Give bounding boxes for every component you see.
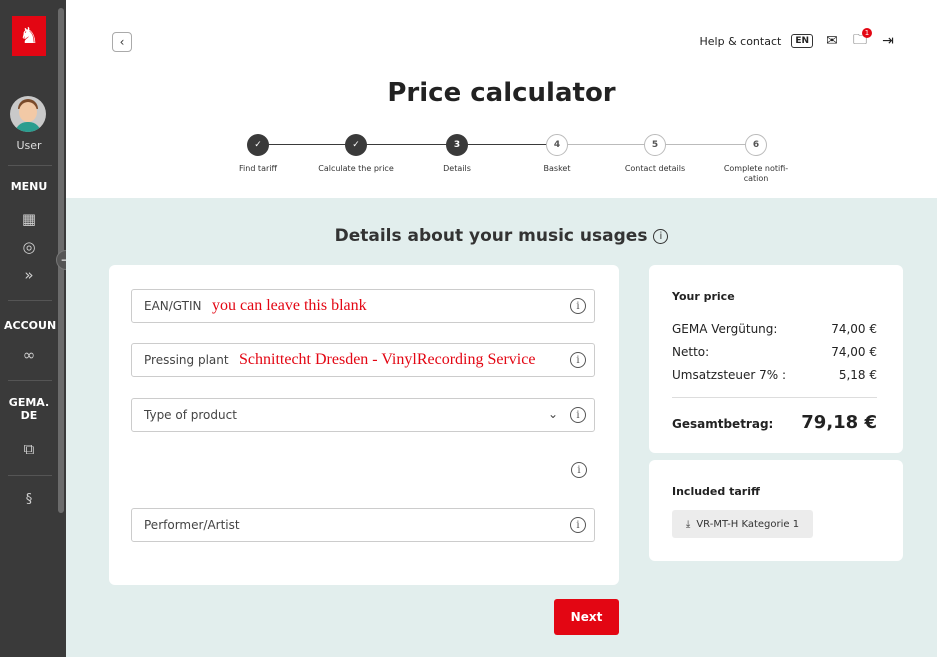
product-type-select[interactable]: Type of product ⌄ i xyxy=(131,398,595,432)
user-label: User xyxy=(16,139,42,152)
ean-label: EAN/GTIN xyxy=(144,299,202,313)
divider xyxy=(8,165,52,166)
info-icon[interactable]: i xyxy=(570,517,586,533)
ean-annotation: you can leave this blank xyxy=(212,297,367,314)
tariff-heading: Included tariff xyxy=(672,485,760,498)
section-title: Details about your music usages i xyxy=(66,226,937,246)
info-icon[interactable]: i xyxy=(570,352,586,368)
basket-badge: 1 xyxy=(862,28,872,38)
section-title-text: Details about your music usages xyxy=(334,226,648,246)
step-4: 4 xyxy=(546,134,568,156)
tariff-name: VR-MT-H Kategorie 1 xyxy=(696,518,800,530)
performer-label: Performer/Artist xyxy=(144,518,240,532)
pressing-plant-field[interactable]: Pressing plant Schnittecht Dresden - Vin… xyxy=(131,343,595,377)
divider xyxy=(8,475,52,476)
gema-de-label: GEMA. DE xyxy=(8,396,50,422)
step-line-done xyxy=(256,144,561,145)
back-button[interactable]: ‹ xyxy=(112,32,132,52)
external-link-icon[interactable]: ⧉ xyxy=(18,438,40,460)
page-title: Price calculator xyxy=(387,78,616,108)
pressing-plant-value: Schnittecht Dresden - VinylRecording Ser… xyxy=(239,351,536,368)
price-value: 74,00 € xyxy=(831,345,877,359)
step-label: Find tariff xyxy=(239,164,277,173)
link-icon[interactable]: ∞ xyxy=(18,344,40,366)
product-type-label: Type of product xyxy=(144,408,237,422)
price-row: Umsatzsteuer 7% : 5,18 € xyxy=(672,368,877,382)
total-row: Gesamtbetrag: 79,18 € xyxy=(672,412,877,433)
divider xyxy=(8,380,52,381)
legal-icon[interactable]: § xyxy=(18,488,40,510)
pressing-plant-label: Pressing plant xyxy=(144,353,229,367)
step-2[interactable]: ✓ xyxy=(345,134,367,156)
step-1[interactable]: ✓ xyxy=(247,134,269,156)
info-icon[interactable]: i xyxy=(653,228,669,244)
sidebar: ♞ User MENU ▦ ◎ » ACCOUN ∞ GEMA. DE ⧉ § … xyxy=(0,0,76,657)
divider xyxy=(672,397,877,398)
basket-icon[interactable]: 🗀 1 xyxy=(851,28,872,50)
logout-icon[interactable]: ⇥ xyxy=(879,32,897,50)
price-label: GEMA Vergütung: xyxy=(672,322,778,336)
total-label: Gesamtbetrag: xyxy=(672,417,774,431)
info-icon[interactable]: i xyxy=(570,298,586,314)
total-value: 79,18 € xyxy=(801,412,877,433)
gema-logo[interactable]: ♞ xyxy=(12,16,46,56)
top-toolbar: Help & contact EN ✉ 🗀 1 ⇥ xyxy=(700,28,898,50)
step-label: Calculate the price xyxy=(318,164,394,173)
price-value: 74,00 € xyxy=(831,322,877,336)
price-row: Netto: 74,00 € xyxy=(672,345,877,359)
next-button[interactable]: Next xyxy=(554,599,619,635)
step-label: Details xyxy=(443,164,471,173)
account-label: ACCOUN xyxy=(4,319,57,332)
step-label: Contact details xyxy=(624,164,686,173)
step-label: Complete notifi-cation xyxy=(723,164,789,183)
price-value: 5,18 € xyxy=(838,368,877,382)
step-5: 5 xyxy=(644,134,666,156)
app: ♞ User MENU ▦ ◎ » ACCOUN ∞ GEMA. DE ⧉ § … xyxy=(0,0,937,657)
tariff-download-button[interactable]: ⤓ VR-MT-H Kategorie 1 xyxy=(672,510,813,538)
price-label: Netto: xyxy=(672,345,710,359)
chevron-down-icon[interactable]: ⌄ xyxy=(548,407,558,421)
language-button[interactable]: EN xyxy=(791,34,813,48)
info-icon[interactable]: i xyxy=(570,407,586,423)
forward-icon[interactable]: » xyxy=(18,264,40,286)
price-label: Umsatzsteuer 7% : xyxy=(672,368,787,382)
step-3[interactable]: 3 xyxy=(446,134,468,156)
avatar[interactable] xyxy=(10,96,46,132)
dashboard-icon[interactable]: ▦ xyxy=(18,208,40,230)
divider xyxy=(8,300,52,301)
step-6: 6 xyxy=(745,134,767,156)
progress-stepper: ✓ ✓ 3 4 5 6 Find tariff Calculate the pr… xyxy=(66,130,937,200)
download-icon: ⤓ xyxy=(685,518,691,530)
menu-label: MENU xyxy=(10,180,48,193)
price-heading: Your price xyxy=(672,290,735,303)
performer-field[interactable]: Performer/Artist i xyxy=(131,508,595,542)
help-contact-link[interactable]: Help & contact xyxy=(700,35,782,48)
info-icon[interactable]: i xyxy=(571,462,587,478)
profile-icon[interactable]: ◎ xyxy=(18,236,40,258)
step-label: Basket xyxy=(543,164,571,173)
price-row: GEMA Vergütung: 74,00 € xyxy=(672,322,877,336)
ean-field[interactable]: EAN/GTIN you can leave this blank i xyxy=(131,289,595,323)
mail-icon[interactable]: ✉ xyxy=(823,32,841,50)
